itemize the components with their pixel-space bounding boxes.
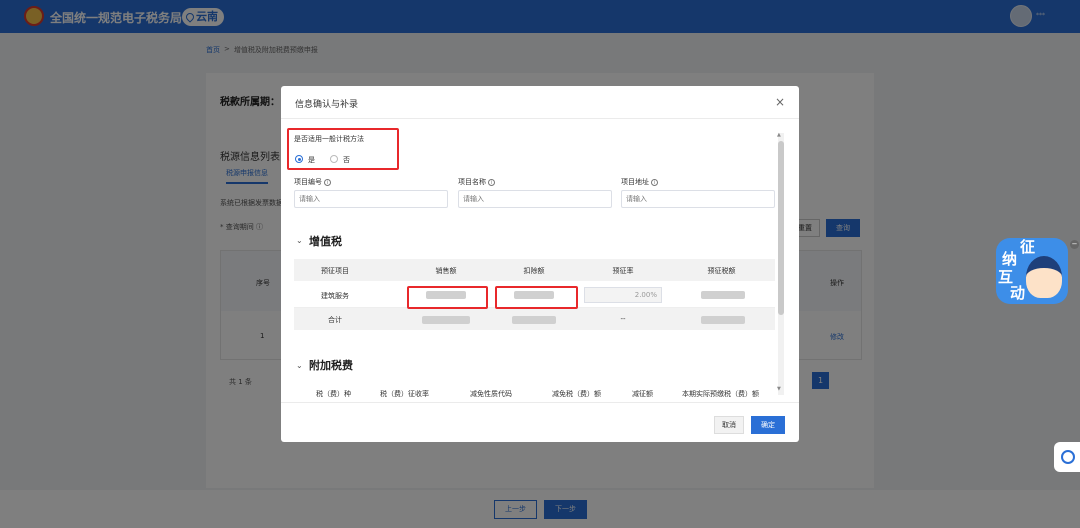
vat-row-item: 建筑服务 (321, 292, 349, 300)
mascot-char-2: 征 (1020, 238, 1036, 256)
scroll-up-icon[interactable]: ▲ (777, 132, 781, 138)
vat-col-deduction: 扣除额 (523, 267, 545, 275)
service-icon (1061, 450, 1075, 464)
mascot-close-icon[interactable]: − (1070, 240, 1079, 249)
vat-col-sales: 销售额 (435, 267, 457, 275)
radio-no-label[interactable]: 否 (343, 155, 350, 165)
highlight-box-sales (407, 286, 488, 309)
project-address-input[interactable] (621, 190, 775, 208)
radio-yes[interactable] (295, 155, 303, 163)
total-tax-masked (701, 316, 745, 324)
rate-field: 2.00% (584, 287, 662, 303)
tax-amount-masked (701, 291, 745, 299)
float-service-button[interactable] (1054, 442, 1080, 472)
chevron-down-icon[interactable]: ⌄ (296, 361, 303, 370)
radio-yes-label[interactable]: 是 (308, 155, 315, 165)
field-label-project-no: 项目编号 i (294, 177, 331, 187)
close-icon[interactable]: × (775, 95, 785, 109)
info-icon[interactable]: i (488, 178, 495, 186)
surcharge-col-code: 减免性质代码 (470, 390, 512, 398)
mascot-widget[interactable]: 纳 征 互 动 (996, 238, 1068, 304)
total-sales-masked (422, 316, 470, 324)
surcharge-col-type: 税（费）种 (316, 390, 351, 398)
field-label-project-address: 项目地址 i (621, 177, 658, 187)
vat-col-tax: 预征税额 (707, 267, 736, 275)
modal-divider (281, 118, 799, 119)
field-label-text: 项目名称 (458, 178, 486, 186)
info-confirm-modal: 信息确认与补录 × 是否适用一般计税方法 是 否 项目编号i 项目名称i 项目地… (281, 86, 799, 442)
modal-title: 信息确认与补录 (295, 100, 359, 110)
confirm-button[interactable]: 确定 (751, 416, 785, 434)
vat-total-rate: -- (620, 315, 626, 323)
method-question: 是否适用一般计税方法 (294, 135, 364, 143)
surcharge-col-relief: 减免税（费）额 (552, 390, 601, 398)
surcharge-col-reduction: 减征额 (632, 390, 653, 398)
vat-section-title: 增值税 (309, 235, 342, 248)
radio-no[interactable] (330, 155, 338, 163)
vat-total-label: 合计 (328, 316, 342, 324)
total-deduction-masked (512, 316, 556, 324)
mascot-character-icon (1026, 256, 1062, 298)
vat-col-item: 预征项目 (321, 267, 349, 275)
chevron-down-icon[interactable]: ⌄ (296, 236, 303, 245)
field-label-text: 项目地址 (621, 178, 649, 186)
field-label-project-name: 项目名称 i (458, 177, 495, 187)
project-no-input[interactable] (294, 190, 448, 208)
mascot-char-4: 动 (1010, 284, 1026, 302)
modal-scrollbar[interactable] (778, 133, 784, 395)
project-name-input[interactable] (458, 190, 612, 208)
surcharge-col-paid: 本期实际预缴税（费）额 (682, 390, 759, 398)
surcharge-section-title: 附加税费 (309, 359, 353, 372)
info-icon[interactable]: i (324, 178, 331, 186)
vat-col-rate: 预征率 (612, 267, 634, 275)
cancel-button[interactable]: 取消 (714, 416, 744, 434)
highlight-box-deduction (495, 286, 578, 309)
info-icon[interactable]: i (651, 178, 658, 186)
surcharge-col-rate: 税（费）征收率 (380, 390, 429, 398)
modal-footer-divider (281, 402, 799, 403)
scroll-thumb[interactable] (778, 141, 784, 315)
field-label-text: 项目编号 (294, 178, 322, 186)
scroll-down-icon[interactable]: ▼ (777, 386, 781, 392)
